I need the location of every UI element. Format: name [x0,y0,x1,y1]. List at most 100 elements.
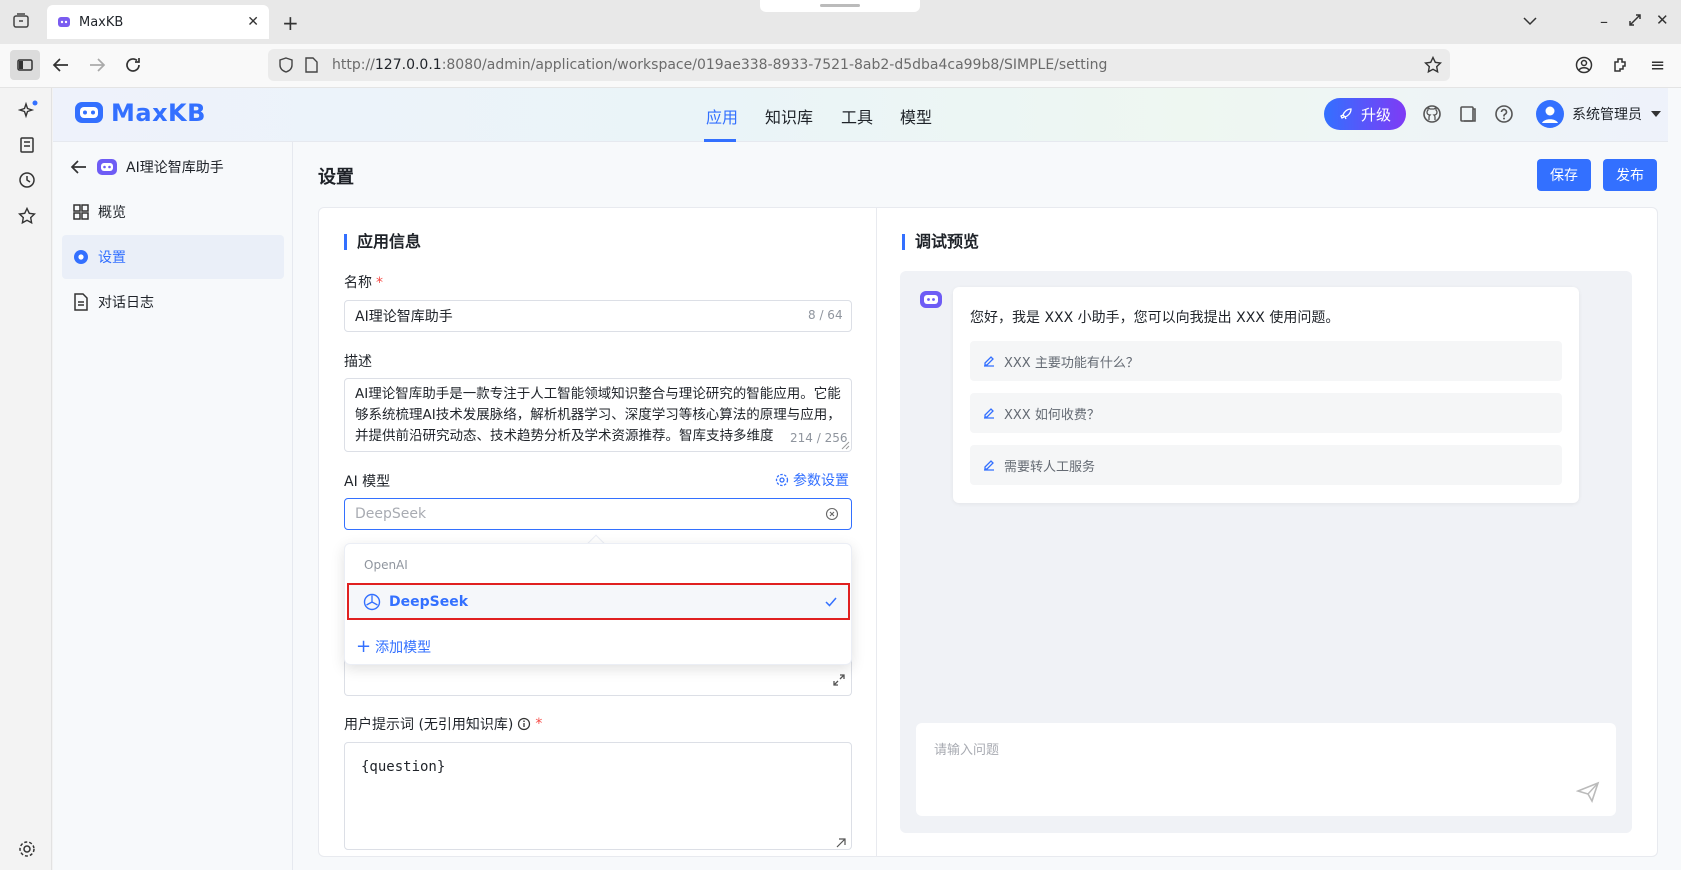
nav-active-indicator [704,139,736,142]
sidebar-item-label: 概览 [98,205,126,221]
suggested-question-1[interactable]: XXX 主要功能有什么？ [970,341,1562,381]
browser-settings-gear-icon[interactable] [18,840,36,858]
page-scrollbar[interactable] [1668,88,1681,870]
tab-title: MaxKB [79,14,124,30]
upgrade-label: 升级 [1360,105,1391,124]
dropdown-group-label: OpenAI [364,558,408,572]
tab-overview-icon[interactable] [12,12,30,30]
send-icon[interactable] [1576,781,1600,803]
maxkb-favicon-icon [58,17,70,27]
shield-icon[interactable] [278,57,294,73]
app-back-header[interactable]: AI理论智库助手 [70,157,224,177]
openai-icon [363,593,381,610]
account-icon[interactable] [1575,56,1593,74]
back-arrow-icon[interactable] [70,159,88,175]
ai-model-label: AI 模型 [344,474,391,490]
add-model-button[interactable]: + 添加模型 [356,636,431,657]
question-input-placeholder: 请输入问题 [934,743,1000,758]
browser-sidebar [0,88,52,870]
suggested-question-3[interactable]: 需要转人工服务 [970,445,1562,485]
close-tab-icon[interactable]: ✕ [247,14,259,30]
description-char-count: 214 / 256 [790,431,848,445]
sidebar-item-overview[interactable]: 概览 [62,190,284,234]
github-icon[interactable] [1422,104,1444,126]
forward-icon[interactable] [88,57,106,73]
checkmark-icon [825,597,837,607]
expand-icon[interactable] [832,673,846,687]
preview-title: 调试预览 [902,234,979,250]
rocket-icon [1340,108,1352,120]
help-icon[interactable] [1494,104,1516,126]
name-label: 名称 * [344,275,383,291]
page-title: 设置 [318,167,354,188]
logo[interactable]: MaxKB [73,99,206,127]
resize-handle-icon[interactable] [841,441,850,450]
favorites-star-icon[interactable] [18,207,36,225]
nav-tools[interactable]: 工具 [841,104,873,128]
nav-models[interactable]: 模型 [900,104,932,128]
window-grip[interactable] [760,0,920,12]
user-menu[interactable]: 系统管理员 [1536,100,1662,128]
info-icon[interactable] [517,717,531,731]
description-label: 描述 [344,354,372,370]
caret-down-icon [1651,111,1661,117]
name-char-count: 8 / 64 [808,308,843,322]
param-settings-label: 参数设置 [793,473,849,489]
settings-gear-icon [775,473,789,487]
overview-icon [73,204,89,220]
bookmark-star-icon[interactable] [1424,56,1442,74]
nav-applications[interactable]: 应用 [706,104,738,128]
bot-avatar-icon [919,289,943,311]
publish-button[interactable]: 发布 [1603,159,1657,191]
description-textarea[interactable]: AI理论智库助手是一款专注于人工智能领域知识整合与理论研究的智能应用。它能够系统… [344,378,852,452]
suggested-question-text: XXX 主要功能有什么？ [1004,355,1139,371]
name-input-value: AI理论智库助手 [355,309,453,325]
menu-icon[interactable]: ≡ [1650,55,1665,76]
back-icon[interactable] [52,57,70,73]
param-settings-link[interactable]: 参数设置 [775,470,849,490]
logo-text: MaxKB [111,99,206,127]
page-icon [305,57,318,73]
sidebar-item-label: 对话日志 [98,295,154,311]
library-icon[interactable] [18,136,36,154]
dropdown-option-deepseek[interactable]: DeepSeek [347,583,850,620]
save-button[interactable]: 保存 [1537,159,1591,191]
maxkb-logo-icon [75,102,103,123]
close-window-icon[interactable]: ✕ [1656,11,1669,29]
document-icon [74,293,88,311]
upgrade-button[interactable]: 升级 [1324,98,1406,130]
sidebar-item-settings[interactable]: 设置 [62,235,284,279]
browser-tab[interactable]: MaxKB ✕ [47,5,269,39]
user-prompt-expand-icon[interactable] [836,838,846,848]
sparkle-icon[interactable] [18,100,38,120]
user-prompt-label: 用户提示词 (无引用知识库) * [344,716,543,733]
suggested-question-text: 需要转人工服务 [1004,459,1096,475]
ai-model-select[interactable]: DeepSeek [344,498,852,530]
user-prompt-value: {question} [361,759,446,775]
suggested-question-text: XXX 如何收费？ [1004,407,1100,423]
edit-icon [984,356,994,367]
docs-book-icon[interactable] [1458,104,1480,126]
chevron-down-icon[interactable] [1522,14,1538,28]
ai-model-select-value: DeepSeek [355,506,427,522]
extensions-icon[interactable] [1612,56,1630,74]
suggested-question-2[interactable]: XXX 如何收费？ [970,393,1562,433]
sidebar-item-label: 设置 [98,250,126,266]
minimize-icon[interactable]: – [1600,12,1608,31]
edit-icon [984,460,994,471]
card-divider [876,207,877,857]
address-bar[interactable]: http://127.0.0.1:8080/admin/application/… [268,49,1450,81]
restore-icon[interactable] [1628,13,1642,27]
user-prompt-textarea[interactable]: {question} [344,742,852,850]
new-tab-icon[interactable]: + [282,11,299,35]
app-info-title: 应用信息 [344,234,421,250]
clear-circle-icon[interactable] [825,507,839,521]
name-input[interactable]: AI理论智库助手 [344,300,852,332]
nav-knowledge-base[interactable]: 知识库 [765,104,813,128]
url-path: :8080/admin/application/workspace/019ae3… [441,57,1108,73]
question-input[interactable]: 请输入问题 [916,723,1616,816]
history-icon[interactable] [18,171,36,189]
sidebar-item-chat-logs[interactable]: 对话日志 [62,280,284,324]
sidebar-toggle-icon[interactable] [10,50,40,80]
reload-icon[interactable] [124,56,142,74]
